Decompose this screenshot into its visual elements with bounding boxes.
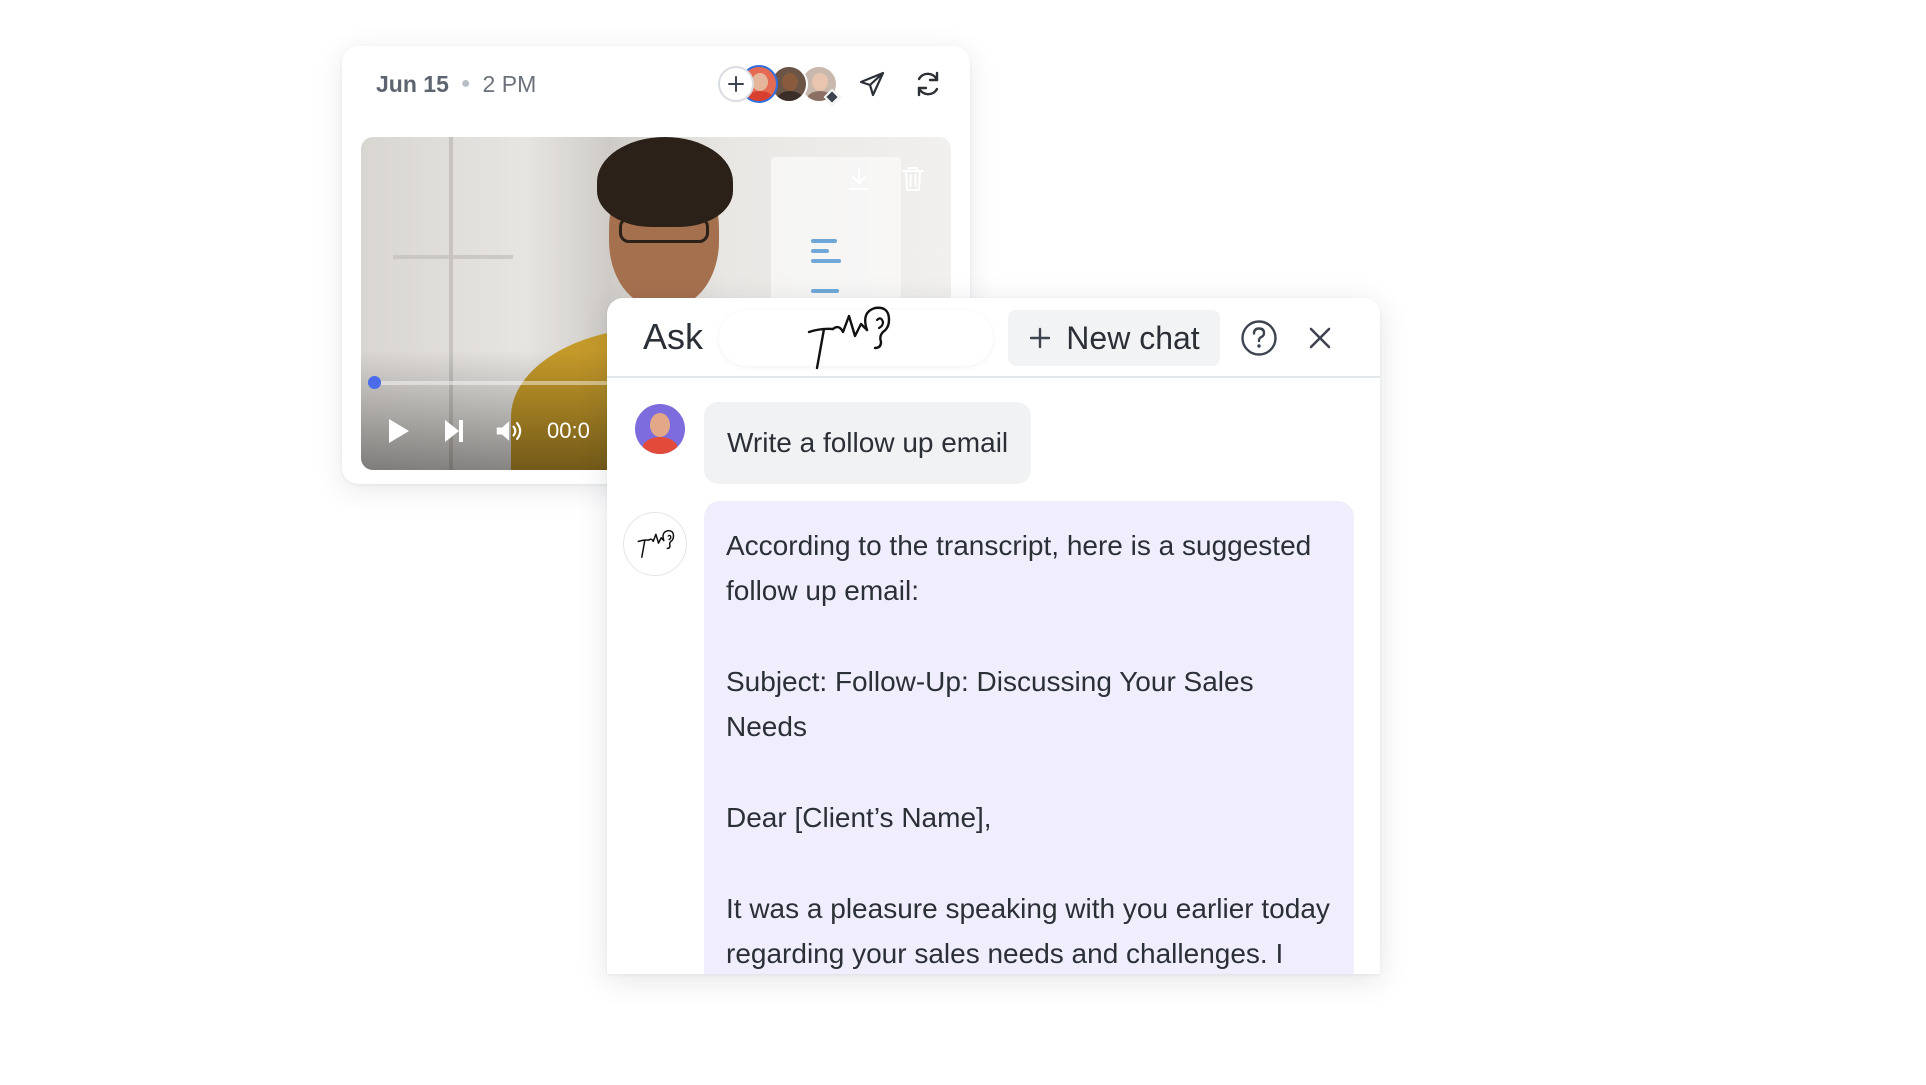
- meeting-header: Jun 15 ● 2 PM: [342, 46, 970, 122]
- assistant-message-line: Dear [Client’s Name],: [726, 802, 992, 833]
- header-actions: [718, 62, 950, 106]
- video-time: 00:0: [547, 418, 590, 443]
- paper-plane-icon: [859, 71, 885, 97]
- video-controls: 00:0: [383, 416, 590, 446]
- ask-title: Ask: [643, 316, 704, 357]
- refresh-icon: [917, 71, 939, 97]
- volume-icon: [496, 421, 522, 441]
- meeting-time: 2 PM: [482, 70, 537, 97]
- next-button[interactable]: [439, 416, 469, 446]
- assistant-message: According to the transcript, here is a s…: [704, 501, 1354, 974]
- brand-logo-icon: [797, 302, 897, 379]
- new-chat-label: New chat: [1066, 319, 1200, 356]
- close-button[interactable]: [1299, 317, 1341, 359]
- ask-header: Ask New chat: [607, 298, 1380, 378]
- download-button[interactable]: [843, 163, 875, 195]
- plus-icon: [1030, 327, 1051, 349]
- assistant-avatar: [623, 512, 687, 576]
- user-message-text: Write a follow up email: [727, 427, 1009, 458]
- trash-icon: [902, 167, 924, 191]
- ask-panel: Ask New chat Write a follow up email Acc…: [607, 298, 1380, 974]
- user-message: Write a follow up email: [704, 402, 1032, 484]
- volume-button[interactable]: [495, 416, 525, 446]
- play-button[interactable]: [383, 416, 413, 446]
- skip-forward-icon: [445, 420, 463, 442]
- add-participant-button[interactable]: [718, 66, 754, 102]
- video-actions: [843, 163, 929, 195]
- download-icon: [849, 168, 869, 190]
- video-frame: [597, 137, 733, 227]
- separator-dot: ●: [460, 75, 471, 92]
- progress-handle[interactable]: [368, 376, 381, 389]
- participant-avatars[interactable]: [740, 65, 841, 106]
- new-chat-button[interactable]: New chat: [1008, 310, 1220, 366]
- share-button[interactable]: [850, 62, 894, 106]
- assistant-message-line: According to the transcript, here is a s…: [726, 530, 1312, 606]
- help-button[interactable]: [1238, 317, 1280, 359]
- close-icon: [1309, 327, 1331, 349]
- assistant-message-line: It was a pleasure speaking with you earl…: [726, 893, 1330, 969]
- plus-icon: [728, 76, 744, 92]
- user-avatar: [635, 404, 685, 454]
- assistant-message-line: Subject: Follow-Up: Discussing Your Sale…: [726, 666, 1254, 742]
- meeting-date: Jun 15: [376, 70, 449, 97]
- refresh-button[interactable]: [906, 62, 950, 106]
- help-circle-icon: [1241, 320, 1277, 356]
- video-frame: [619, 217, 709, 243]
- brand-logo-icon: [637, 529, 675, 558]
- play-icon: [389, 419, 409, 443]
- delete-button[interactable]: [897, 163, 929, 195]
